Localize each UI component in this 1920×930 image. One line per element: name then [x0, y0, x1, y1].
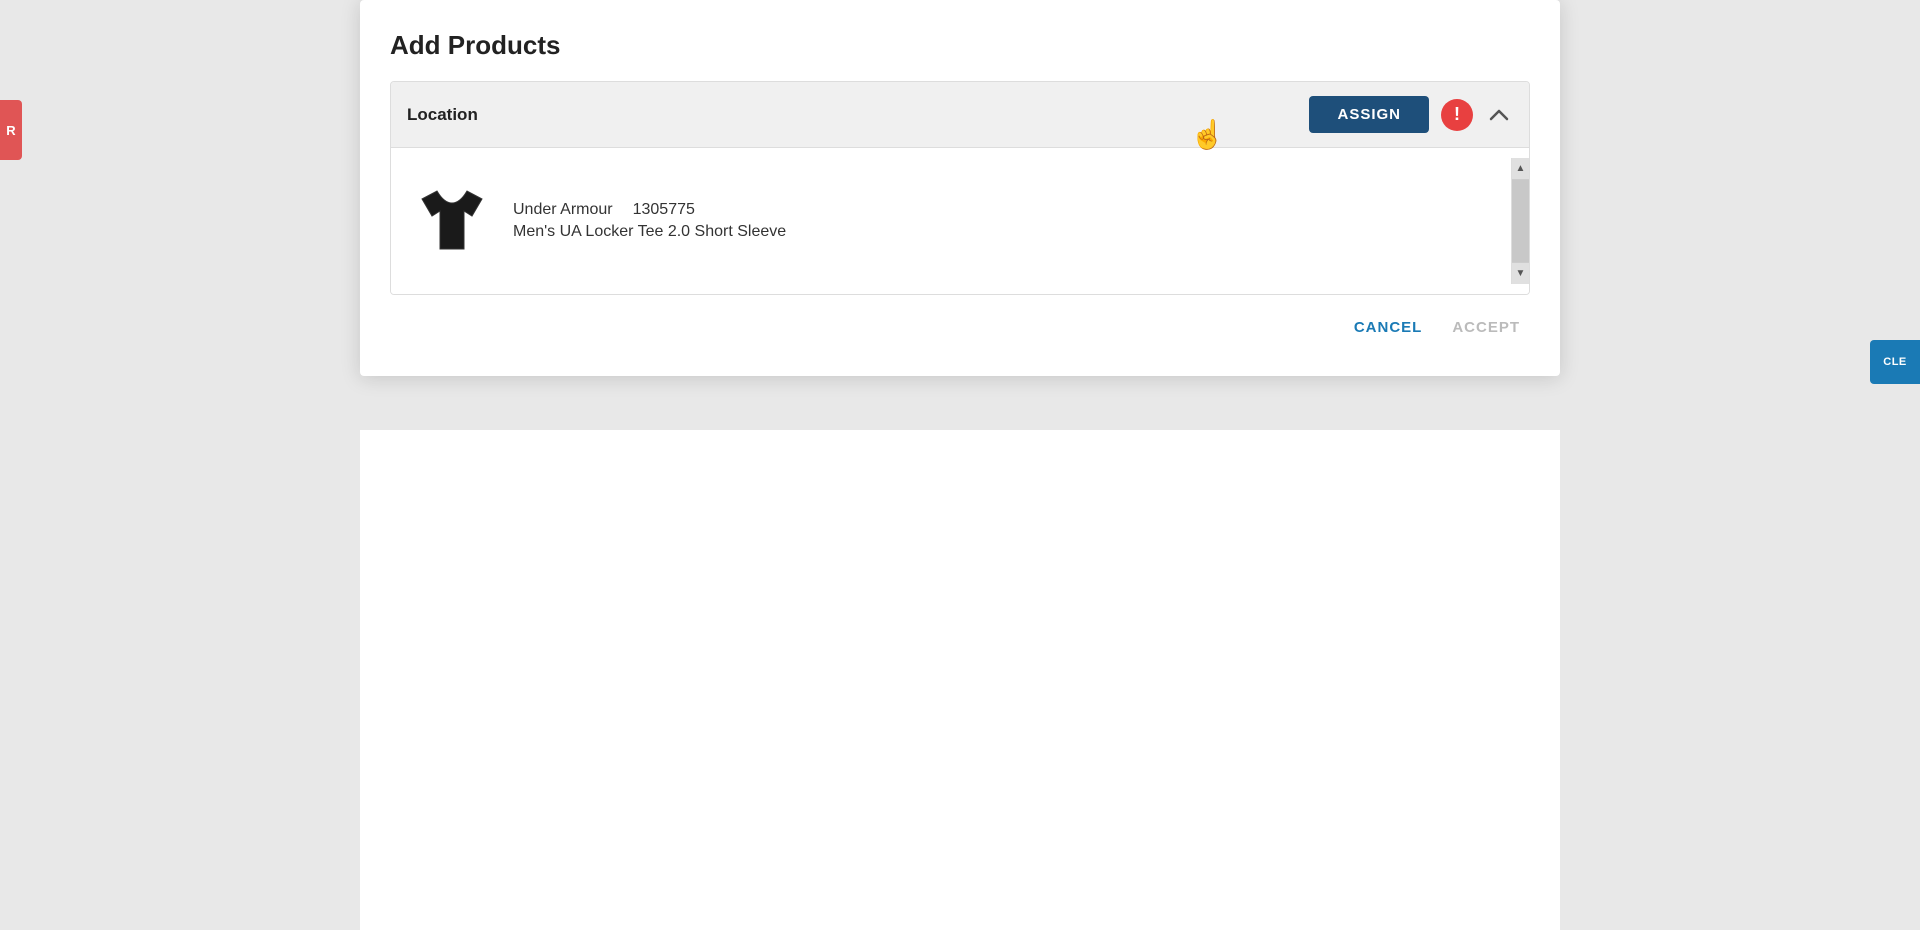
product-item: Under Armour 1305775 Men's UA Locker Tee…	[407, 168, 1495, 274]
product-name: Men's UA Locker Tee 2.0 Short Sleeve	[513, 223, 786, 241]
product-brand: Under Armour	[513, 201, 613, 219]
add-products-dialog: Add Products Location ASSIGN !	[360, 0, 1560, 376]
scroll-track[interactable]	[1512, 180, 1529, 262]
product-list-inner: Under Armour 1305775 Men's UA Locker Tee…	[391, 158, 1511, 284]
location-header: Location ASSIGN !	[391, 82, 1529, 148]
product-sku: 1305775	[633, 201, 695, 219]
page-content-below	[360, 430, 1560, 930]
scroll-up-button[interactable]: ▲	[1512, 158, 1529, 180]
location-header-actions: ASSIGN !	[1309, 96, 1513, 133]
product-brand-sku: Under Armour 1305775	[513, 201, 786, 219]
scrollbar: ▲ ▼	[1511, 158, 1529, 284]
location-section: Location ASSIGN !	[390, 81, 1530, 295]
scroll-down-button[interactable]: ▼	[1512, 262, 1529, 284]
cancel-button[interactable]: CANCEL	[1354, 319, 1423, 336]
product-image	[407, 176, 497, 266]
left-edge-indicator: R	[0, 100, 22, 160]
collapse-icon[interactable]	[1485, 101, 1513, 129]
dialog-footer: CANCEL ACCEPT	[390, 295, 1530, 346]
right-edge-button[interactable]: CLE	[1870, 340, 1920, 384]
product-info: Under Armour 1305775 Men's UA Locker Tee…	[513, 201, 786, 241]
location-label: Location	[407, 105, 478, 125]
product-list-area: Under Armour 1305775 Men's UA Locker Tee…	[391, 148, 1529, 294]
alert-icon[interactable]: !	[1441, 99, 1473, 131]
assign-button[interactable]: ASSIGN	[1309, 96, 1429, 133]
accept-button: ACCEPT	[1452, 319, 1520, 336]
dialog-title: Add Products	[390, 30, 1530, 61]
